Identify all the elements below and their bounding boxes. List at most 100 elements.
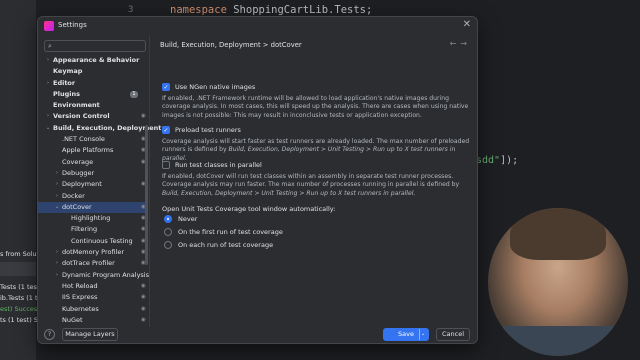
chevron-right-icon[interactable]: ›	[44, 111, 52, 122]
panel-row: Tests (1 test	[0, 283, 40, 291]
sidebar-item-dynamic-program-analysis[interactable]: › Dynamic Program Analysis	[38, 270, 149, 281]
settings-dialog: Settings ✕ ⌕ › Appearance & Behavior Keyma…	[37, 16, 478, 344]
sidebar-item-hot-reload[interactable]: Hot Reload ◉	[38, 281, 148, 292]
sidebar-item-label: Editor	[53, 78, 76, 87]
panel-row: est) Success	[0, 305, 41, 313]
sidebar-item-kubernetes[interactable]: Kubernetes ◉	[38, 304, 148, 315]
dialog-titlebar[interactable]: Settings ✕	[38, 17, 477, 35]
radio-group-title: Open Unit Tests Coverage tool window aut…	[162, 205, 336, 213]
split-divider	[419, 329, 420, 340]
sidebar-item-coverage[interactable]: Coverage ◉	[38, 157, 148, 168]
sidebar-item-nuget[interactable]: NuGet ◉	[38, 315, 148, 326]
sidebar-item-label: .NET Console	[62, 135, 105, 144]
help-button[interactable]: ?	[44, 329, 55, 340]
sidebar-item-label: Appearance & Behavior	[53, 56, 140, 64]
chevron-right-icon[interactable]: ›	[53, 191, 61, 202]
sidebar-item-debugger[interactable]: › Debugger	[38, 168, 148, 179]
sidebar-item-net-console[interactable]: .NET Console ◉	[38, 134, 148, 145]
chevron-right-icon[interactable]: ›	[53, 270, 61, 281]
radio-button[interactable]	[164, 241, 172, 249]
sidebar-item-continuous-testing[interactable]: Continuous Testing ◉	[38, 236, 148, 247]
description-text: If enabled, dotCover will run test class…	[162, 173, 460, 189]
code-fragment: sdd"]);	[476, 155, 518, 166]
webcam-person-shirt	[488, 326, 628, 356]
webcam-overlay	[488, 208, 628, 356]
sidebar-item-docker[interactable]: › Docker	[38, 191, 148, 202]
selected-row-bar	[0, 262, 36, 276]
sidebar-item-label: Debugger	[62, 168, 95, 177]
sidebar-item-environment[interactable]: Environment	[38, 100, 148, 111]
radio-label: Never	[178, 215, 198, 223]
sidebar-item-label: NuGet	[62, 315, 83, 324]
sidebar-item-version-control[interactable]: › Version Control ◉	[38, 111, 148, 122]
sidebar-scrollbar[interactable]	[145, 125, 148, 265]
sidebar-item-label: IIS Express	[62, 293, 98, 302]
sidebar-item-apple-platforms[interactable]: Apple Platforms ◉	[38, 145, 148, 156]
chevron-right-icon[interactable]: ›	[53, 179, 61, 190]
close-icon[interactable]: ✕	[463, 19, 471, 30]
sidebar-item-keymap[interactable]: Keymap	[38, 66, 148, 77]
sidebar-item-editor[interactable]: › Editor	[38, 78, 148, 89]
parallel-checkbox[interactable]	[162, 161, 170, 169]
ngen-checkbox[interactable]: ✓	[162, 83, 170, 91]
sidebar-item-label: Continuous Testing	[71, 236, 133, 245]
sidebar-item-dotcover[interactable]: ⌄ dotCover ◉	[38, 201, 148, 214]
sidebar-item-deployment[interactable]: › Deployment ◉	[38, 179, 148, 190]
radio-button[interactable]	[164, 215, 172, 223]
code-fragment-tail: ]);	[500, 155, 519, 166]
code-line: namespace ShoppingCartLib.Tests;	[170, 4, 372, 16]
back-forward-arrows[interactable]: ←→	[450, 39, 471, 48]
chevron-right-icon[interactable]: ›	[53, 247, 61, 258]
chevron-right-icon[interactable]: ›	[44, 55, 52, 66]
chevron-right-icon[interactable]: ›	[44, 78, 52, 89]
sidebar-item-label: Hot Reload	[62, 281, 98, 290]
sidebar-item-build-execution-deployment[interactable]: ⌄ Build, Execution, Deployment	[38, 123, 162, 134]
preload-checkbox[interactable]: ✓	[162, 126, 170, 134]
save-label: Save	[398, 330, 414, 338]
option-description: If enabled, .NET Framework runtime will …	[162, 95, 469, 119]
settings-tree: › Appearance & Behavior Keymap › Editor Plugi…	[38, 55, 162, 326]
dialog-footer: ? Manage Layers Save ⌄ Cancel	[38, 327, 477, 343]
chevron-down-icon[interactable]: ⌄	[421, 329, 425, 340]
sidebar-item-label: dotTrace Profiler	[62, 259, 115, 268]
chevron-down-icon[interactable]: ⌄	[53, 202, 61, 213]
sidebar-item-label: Coverage	[62, 157, 94, 166]
sidebar-item-label: Highlighting	[71, 214, 111, 223]
code-keyword: namespace	[170, 4, 227, 16]
search-input[interactable]: ⌕	[44, 40, 146, 52]
radio-label: On each run of test coverage	[178, 241, 274, 249]
code-text: ShoppingCartLib.Tests;	[226, 4, 373, 16]
sidebar-item-label: Apple Platforms	[62, 146, 114, 155]
sidebar-item-dottrace-profiler[interactable]: › dotTrace Profiler ◉	[38, 258, 148, 269]
search-icon: ⌕	[48, 42, 52, 50]
sidebar-item-label: Environment	[53, 101, 100, 110]
cancel-button[interactable]: Cancel	[436, 328, 470, 341]
code-string: sdd"	[476, 155, 501, 166]
sidebar-item-dotmemory-profiler[interactable]: › dotMemory Profiler ◉	[38, 247, 148, 258]
radio-button[interactable]	[164, 228, 172, 236]
update-count-badge: 1	[130, 90, 138, 98]
sidebar-item-appearance-behavior[interactable]: › Appearance & Behavior	[38, 55, 148, 66]
radio-label: On the first run of test coverage	[178, 228, 283, 236]
dialog-title: Settings	[58, 21, 87, 29]
option-label: Run test classes in parallel	[175, 161, 262, 169]
manage-layers-button[interactable]: Manage Layers	[62, 328, 118, 341]
description-path: Build, Execution, Deployment > Unit Test…	[162, 189, 416, 197]
settings-content: Build, Execution, Deployment > dotCover …	[150, 35, 477, 327]
project-settings-icon: ◉	[141, 305, 146, 312]
chevron-down-icon[interactable]: ⌄	[44, 123, 52, 134]
project-settings-icon: ◉	[141, 294, 146, 301]
chevron-right-icon[interactable]: ›	[53, 168, 61, 179]
sidebar-item-highlighting[interactable]: Highlighting ◉	[38, 213, 148, 224]
project-settings-icon: ◉	[141, 113, 146, 120]
breadcrumb: Build, Execution, Deployment > dotCover	[160, 41, 302, 49]
sidebar-item-plugins[interactable]: Plugins 1	[38, 89, 148, 100]
settings-sidebar: ⌕ › Appearance & Behavior Keymap › Editor Plu…	[38, 35, 162, 327]
option-description: If enabled, dotCover will run test class…	[162, 173, 472, 198]
chevron-right-icon[interactable]: ›	[53, 258, 61, 269]
save-button[interactable]: Save ⌄	[383, 328, 429, 341]
sidebar-item-label: Plugins	[53, 89, 80, 98]
sidebar-item-label: Kubernetes	[62, 304, 99, 313]
sidebar-item-iis-express[interactable]: IIS Express ◉	[38, 292, 148, 303]
sidebar-item-filtering[interactable]: Filtering ◉	[38, 224, 148, 235]
